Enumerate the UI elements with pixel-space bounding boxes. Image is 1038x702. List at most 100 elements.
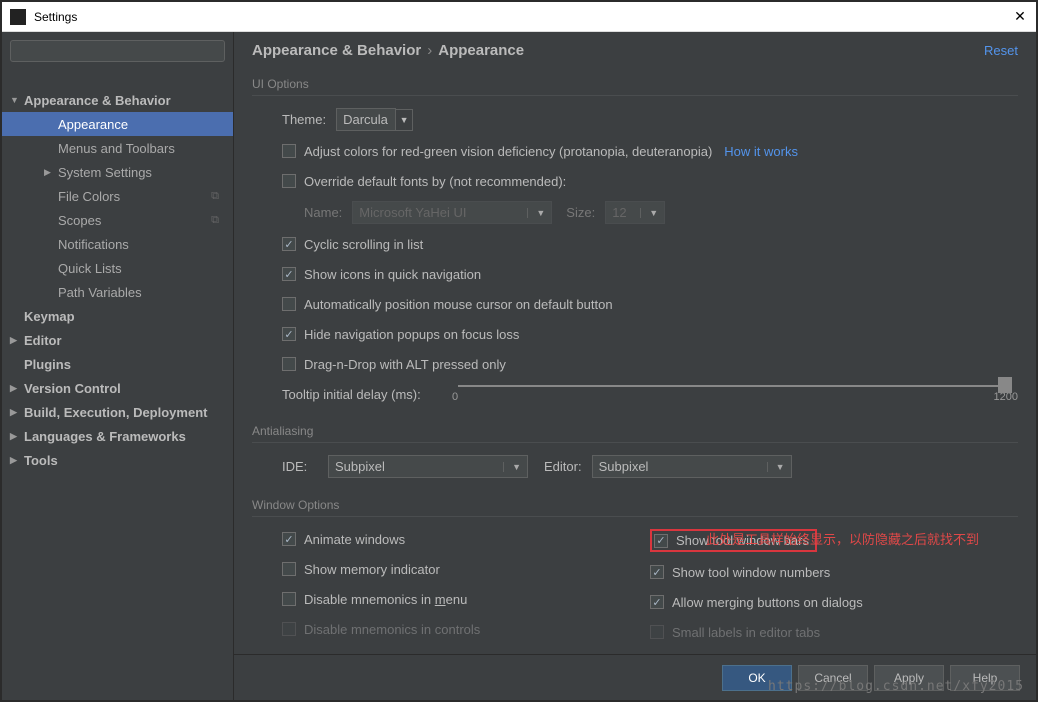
dnd-alt-label: Drag-n-Drop with ALT pressed only (304, 357, 506, 372)
chevron-right-icon: ▶ (10, 431, 22, 442)
tree-item-label: Path Variables (58, 285, 142, 300)
chevron-right-icon: ▶ (10, 455, 22, 466)
tree-item[interactable]: Notifications (2, 232, 233, 256)
theme-combo[interactable]: Darcula (336, 108, 396, 131)
tree-item[interactable]: ▶Version Control (2, 376, 233, 400)
tree-item[interactable]: Plugins (2, 352, 233, 376)
tree-item-label: System Settings (58, 165, 152, 180)
tree-item-label: Appearance (58, 117, 128, 132)
adjust-colors-label: Adjust colors for red-green vision defic… (304, 144, 712, 159)
tree-item-label: Build, Execution, Deployment (24, 405, 207, 420)
slider-min: 0 (452, 391, 458, 403)
tree-item-label: Version Control (24, 381, 121, 396)
aa-editor-combo[interactable]: Subpixel▼ (592, 455, 792, 478)
tree-item[interactable]: Appearance (2, 112, 233, 136)
tree-item-label: Editor (24, 333, 62, 348)
allow-merge-label: Allow merging buttons on dialogs (672, 595, 863, 610)
allow-merge-checkbox[interactable] (650, 595, 664, 609)
cyclic-checkbox[interactable] (282, 237, 296, 251)
tree-item[interactable]: Keymap (2, 304, 233, 328)
animate-checkbox[interactable] (282, 532, 296, 546)
tool-numbers-label: Show tool window numbers (672, 565, 830, 580)
window-title: Settings (34, 10, 1012, 24)
chevron-right-icon: ▶ (44, 167, 56, 178)
settings-panel: UI Options Theme: Darcula ▼ Adjust color… (234, 69, 1036, 654)
tooltip-delay-slider[interactable] (458, 385, 1012, 387)
reset-link[interactable]: Reset (984, 43, 1018, 58)
tree-item-label: Languages & Frameworks (24, 429, 186, 444)
breadcrumb: Appearance & Behavior › Appearance Reset (234, 32, 1036, 69)
settings-window: Settings ✕ ⌕ ▼Appearance & BehaviorAppea… (2, 2, 1036, 700)
chevron-down-icon: ▼ (527, 208, 545, 218)
search-input[interactable] (10, 40, 225, 62)
override-fonts-checkbox[interactable] (282, 174, 296, 188)
aa-ide-label: IDE: (282, 459, 318, 474)
icons-nav-label: Show icons in quick navigation (304, 267, 481, 282)
auto-mouse-checkbox[interactable] (282, 297, 296, 311)
tooltip-delay-label: Tooltip initial delay (ms): (282, 387, 442, 402)
tree-item-label: Menus and Toolbars (58, 141, 175, 156)
annotation-text: 此处是工具样始终显示，以防隐藏之后就找不到 (706, 530, 1026, 550)
tree-item[interactable]: ▶Tools (2, 448, 233, 472)
crumb-root: Appearance & Behavior (252, 42, 421, 59)
tree-item-label: Tools (24, 453, 58, 468)
tree-item[interactable]: Quick Lists (2, 256, 233, 280)
chevron-down-icon: ▼ (640, 208, 658, 218)
chevron-right-icon: ▶ (10, 335, 22, 346)
dnd-alt-checkbox[interactable] (282, 357, 296, 371)
hide-nav-checkbox[interactable] (282, 327, 296, 341)
tree-item-label: Keymap (24, 309, 75, 324)
tree-item[interactable]: ▼Appearance & Behavior (2, 88, 233, 112)
font-name-combo: Microsoft YaHei UI▼ (352, 201, 552, 224)
tree-item[interactable]: ▶Editor (2, 328, 233, 352)
memory-checkbox[interactable] (282, 562, 296, 576)
how-it-works-link[interactable]: How it works (724, 144, 798, 159)
sidebar: ⌕ ▼Appearance & BehaviorAppearanceMenus … (2, 32, 234, 700)
tree-item[interactable]: Menus and Toolbars (2, 136, 233, 160)
titlebar: Settings ✕ (2, 2, 1036, 32)
small-labels-label: Small labels in editor tabs (672, 625, 820, 640)
tool-bars-checkbox[interactable] (654, 534, 668, 548)
chevron-down-icon: ▼ (767, 462, 785, 472)
antialiasing-heading: Antialiasing (252, 424, 1018, 443)
slider-handle[interactable] (998, 377, 1012, 393)
chevron-right-icon: › (427, 42, 432, 59)
ui-options-heading: UI Options (252, 77, 1018, 96)
close-icon[interactable]: ✕ (1012, 9, 1028, 25)
tree-item-label: File Colors (58, 189, 120, 204)
tree-item[interactable]: Path Variables (2, 280, 233, 304)
project-badge-icon: ⧉ (211, 190, 219, 203)
app-icon (10, 9, 26, 25)
font-size-combo: 12▼ (605, 201, 665, 224)
tree-item-label: Appearance & Behavior (24, 93, 171, 108)
watermark: https://blog.csdn.net/xfy2015 (768, 679, 1024, 694)
tree-item-label: Quick Lists (58, 261, 122, 276)
aa-ide-combo[interactable]: Subpixel▼ (328, 455, 528, 478)
auto-mouse-label: Automatically position mouse cursor on d… (304, 297, 613, 312)
tree-item-label: Scopes (58, 213, 101, 228)
chevron-down-icon[interactable]: ▼ (395, 109, 413, 131)
tree-item[interactable]: ▶Languages & Frameworks (2, 424, 233, 448)
window-options-heading: Window Options (252, 498, 1018, 517)
tree-item[interactable]: File Colors ⧉ (2, 184, 233, 208)
tree-item[interactable]: ▶System Settings (2, 160, 233, 184)
font-name-label: Name: (304, 205, 342, 220)
theme-label: Theme: (282, 112, 326, 127)
crumb-leaf: Appearance (438, 42, 524, 59)
content: ⌕ ▼Appearance & BehaviorAppearanceMenus … (2, 32, 1036, 700)
chevron-right-icon: ▶ (10, 383, 22, 394)
mnemonics-menu-label: Disable mnemonics in menu (304, 592, 467, 607)
tree-item[interactable]: Scopes⧉ (2, 208, 233, 232)
tool-numbers-checkbox[interactable] (650, 565, 664, 579)
chevron-down-icon: ▼ (10, 95, 22, 105)
mnemonics-controls-label: Disable mnemonics in controls (304, 622, 480, 637)
font-size-label: Size: (566, 205, 595, 220)
icons-nav-checkbox[interactable] (282, 267, 296, 281)
small-labels-checkbox[interactable] (650, 625, 664, 639)
tree-item[interactable]: ▶Build, Execution, Deployment (2, 400, 233, 424)
main-panel: Appearance & Behavior › Appearance Reset… (234, 32, 1036, 700)
override-fonts-label: Override default fonts by (not recommend… (304, 174, 566, 189)
mnemonics-controls-checkbox[interactable] (282, 622, 296, 636)
mnemonics-menu-checkbox[interactable] (282, 592, 296, 606)
adjust-colors-checkbox[interactable] (282, 144, 296, 158)
